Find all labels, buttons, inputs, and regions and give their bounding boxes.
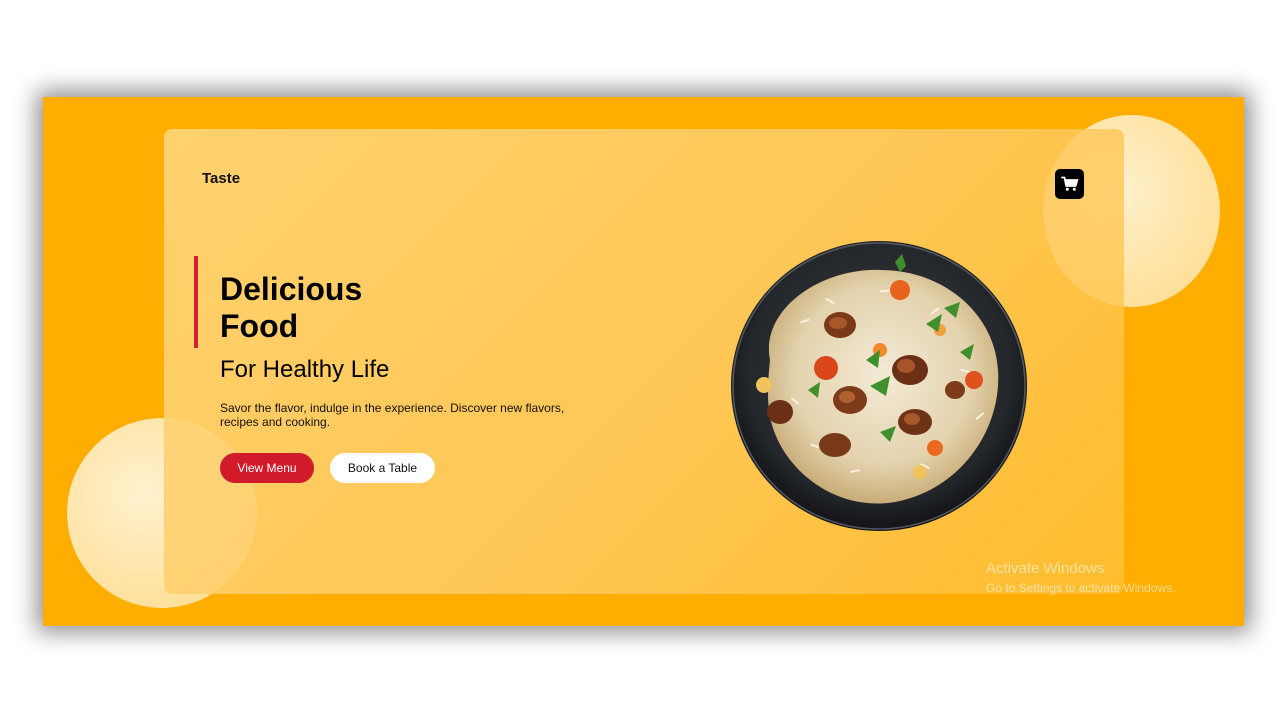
watermark-title: Activate Windows xyxy=(986,560,1105,577)
shopping-cart-icon xyxy=(1060,176,1078,191)
cart-button[interactable] xyxy=(1055,169,1084,199)
headline-line-1: Delicious xyxy=(220,271,363,307)
brand-logo[interactable]: Taste xyxy=(202,170,240,187)
activate-windows-watermark: Activate Windows Go to Settings to activ… xyxy=(986,560,1175,595)
hero-description: Savor the flavor, indulge in the experie… xyxy=(220,401,565,429)
watermark-subtitle: Go to Settings to activate Windows. xyxy=(986,581,1176,595)
hero-subtitle: For Healthy Life xyxy=(220,356,390,383)
glass-card: Taste Delicious Food For Healthy Life Sa… xyxy=(164,129,1124,594)
book-table-button[interactable]: Book a Table xyxy=(330,453,435,483)
hero-frame: Taste Delicious Food For Healthy Life Sa… xyxy=(43,97,1244,626)
hero-headline: Delicious Food xyxy=(220,271,362,345)
biryani-dish-image xyxy=(731,241,1027,531)
headline-accent-bar xyxy=(194,256,198,348)
view-menu-button[interactable]: View Menu xyxy=(220,453,314,483)
headline-line-2: Food xyxy=(220,308,299,344)
